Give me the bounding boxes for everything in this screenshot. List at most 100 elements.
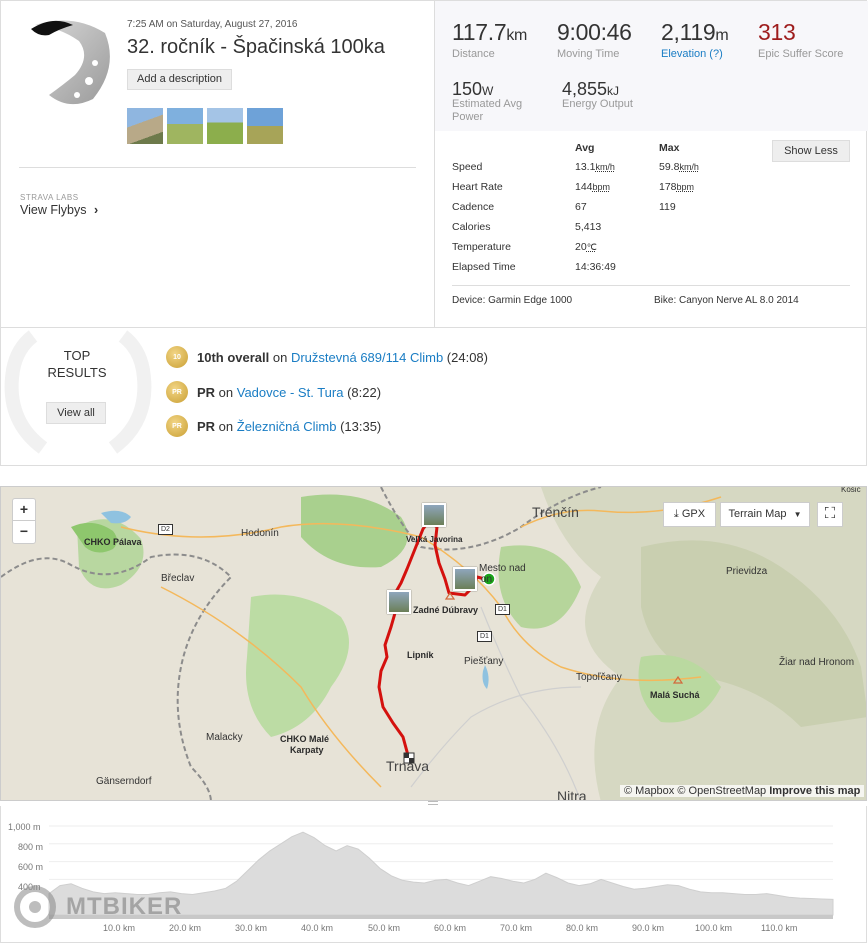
map-label: Břeclav [161,573,195,584]
segment-link[interactable]: Družstevná 689/114 Climb [291,350,443,365]
stats-row-temperature: Temperature 20℃ [452,241,597,253]
photo-thumbnail[interactable] [167,108,203,144]
y-tick-label: 1,000 m [8,822,41,832]
elevation-profile: 1,000 m 800 m 600 m 400m 10.0 km 20.0 km… [0,806,867,943]
map-type-select[interactable]: Terrain Map ▼ [720,502,810,527]
divider [452,285,850,286]
y-tick-label: 600 m [18,862,44,872]
x-tick-label: 30.0 km [235,923,268,933]
top-results: TOP RESULTS View all 10 10th overall on … [0,327,867,466]
route-map[interactable]: Trenčín Hodonín CHKO Pálava Břeclav Veľk… [0,486,867,801]
chevron-right-icon: › [93,203,99,217]
moving-time-value: 9:00:46 [557,19,632,45]
improve-map-link[interactable]: Improve this map [769,785,860,797]
map-label: Malá Suchá [650,690,700,700]
gear-logo-icon [14,886,56,928]
caret-down-icon: ▼ [793,510,802,519]
map-label: CHKO Malé [280,734,330,744]
resize-handle[interactable] [428,801,438,805]
y-tick-label: 800 m [18,842,44,852]
stats-row-elapsed-time: Elapsed Time 14:36:49 [452,261,616,273]
x-tick-label: 50.0 km [368,923,401,933]
gpx-download-button[interactable]: ⤓ GPX [663,502,716,527]
x-tick-label: 100.0 km [695,923,733,933]
x-tick-label: 70.0 km [500,923,533,933]
map-label: Malacky [206,732,243,743]
watermark: MTBIKER [14,886,182,928]
avatar[interactable] [29,15,113,109]
elevation-help-link[interactable]: Elevation (?) [661,48,723,60]
map-label: Veľká Javorina [406,535,463,544]
map-label: Prievidza [726,566,768,577]
x-tick-label: 110.0 km [761,923,798,933]
map-label: on [481,574,493,585]
result-item: 10 10th overall on Družstevná 689/114 Cl… [166,346,488,368]
pr-medal-icon: PR [166,381,188,403]
zoom-control: + − [12,498,36,544]
stats-row-calories: Calories 5,413 [452,221,602,233]
activity-header: 7:25 AM on Saturday, August 27, 2016 32.… [1,1,435,328]
activity-title: 32. ročník - Špačinská 100ka [127,36,385,58]
road-shield: D1 [495,604,510,615]
zoom-out-button[interactable]: − [13,521,35,543]
view-flybys-label: View Flybys [20,203,87,217]
show-less-button[interactable]: Show Less [772,140,850,162]
zoom-in-button[interactable]: + [13,499,35,521]
more-stats-table: Speed 13.1km/h 59.8km/h Heart Rate 144bp… [452,161,852,281]
map-label: Gänserndorf [96,776,152,787]
photo-pin[interactable] [422,503,446,527]
road-shield: D1 [477,631,492,642]
moving-time-label: Moving Time [557,48,620,60]
activity-date: 7:25 AM on Saturday, August 27, 2016 [127,19,298,30]
strava-labs-label: STRAVA LABS [20,193,79,202]
trophy-icon: 10 [166,346,188,368]
map-label: Trnava [386,758,430,774]
photo-thumbnail[interactable] [127,108,163,144]
osm-link[interactable]: © OpenStreetMap [677,785,766,797]
x-tick-label: 80.0 km [566,923,599,933]
segment-link[interactable]: Železničná Climb [237,419,337,434]
map-type-label: Terrain Map [728,508,787,520]
energy-value: 4,855kJ [562,79,620,99]
road-shield: D2 [158,524,173,535]
suffer-score-label: Epic Suffer Score [758,48,844,60]
power-label: Estimated Avg Power [452,98,523,123]
add-description-button[interactable]: Add a description [127,69,232,90]
download-icon: ⤓ [673,508,679,520]
segment-link[interactable]: Vadovce - St. Tura [237,385,344,400]
view-all-button[interactable]: View all [46,402,106,424]
activity-summary: 7:25 AM on Saturday, August 27, 2016 32.… [0,0,868,328]
energy-label: Energy Output [562,98,633,110]
distance-value: 117.7km [452,19,528,45]
map-label: CHKO Pálava [84,537,142,547]
mapbox-link[interactable]: © Mapbox [624,785,674,797]
max-header: Max [659,142,680,154]
photo-pin[interactable] [387,590,411,614]
pr-medal-icon: PR [166,415,188,437]
map-label: Piešťany [464,656,504,667]
map-label: Žiar nad Hronom [779,657,855,668]
power-value: 150W [452,79,494,99]
watermark-text: MTBIKER [66,893,183,920]
photo-thumbnail[interactable] [247,108,283,144]
distance-label: Distance [452,48,495,60]
result-item: PR PR on Železničná Climb (13:35) [166,415,381,437]
map-label: Košic [841,486,861,494]
stats-panel: 117.7km Distance 9:00:46 Moving Time 2,1… [435,1,868,328]
avg-header: Avg [575,142,595,154]
map-label: Nitra [557,788,587,801]
map-label: Karpaty [290,745,324,755]
divider [19,167,416,168]
gpx-label: GPX [681,508,706,520]
stats-row-heart-rate: Heart Rate 144bpm 178bpm [452,181,695,193]
view-flybys-link[interactable]: View Flybys › [20,203,98,217]
photo-thumbnail[interactable] [207,108,243,144]
map-attribution: © Mapbox © OpenStreetMap Improve this ma… [620,785,865,797]
fullscreen-icon[interactable]: ⛶ [817,502,843,527]
bike-info: Bike: Canyon Nerve AL 8.0 2014 [654,295,799,306]
map-label: Lipník [407,650,434,660]
x-tick-label: 90.0 km [632,923,665,933]
map-label: Trenčín [532,504,579,520]
x-tick-label: 40.0 km [301,923,334,933]
photo-pin[interactable] [453,567,477,591]
